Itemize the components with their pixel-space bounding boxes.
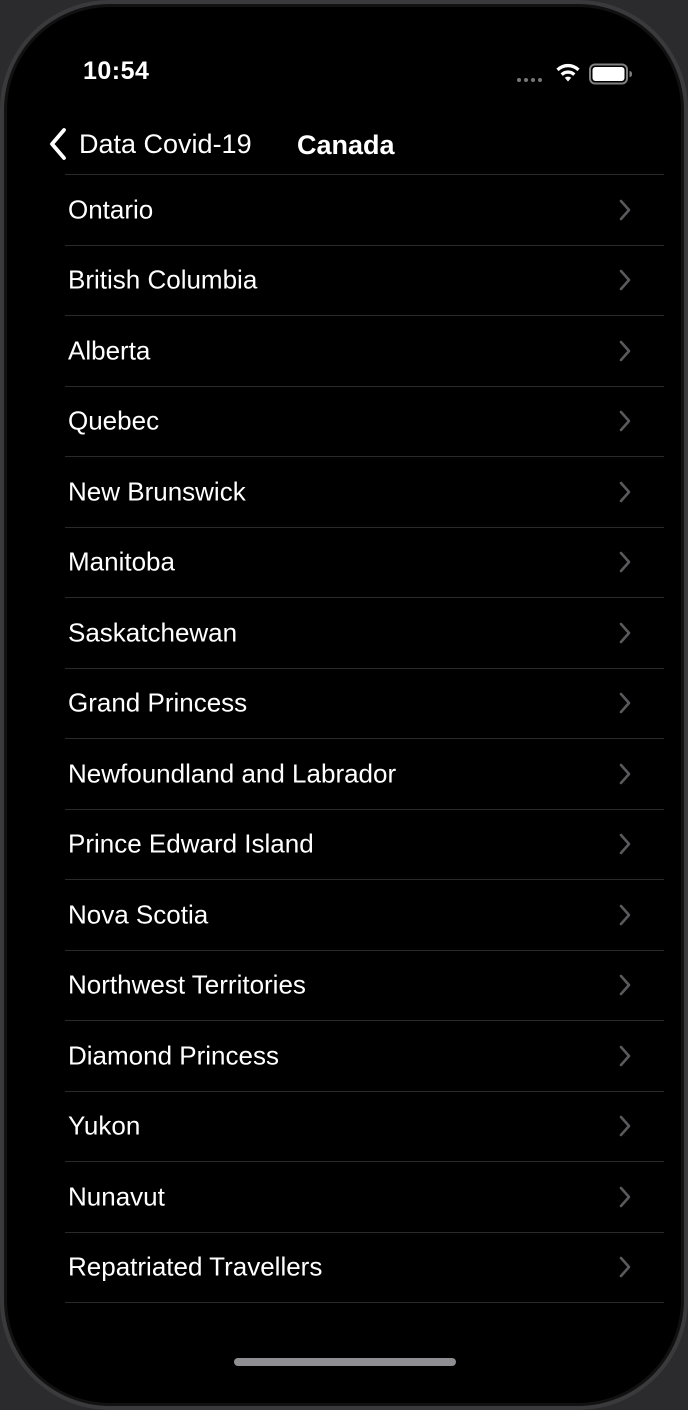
device-bezel: 10:54 Data Covid-19 Canada Ontario Briti… [4,4,684,1406]
back-button-label: Data Covid-19 [79,128,252,159]
chevron-right-icon [619,904,631,926]
list-item[interactable]: Prince Edward Island [65,810,664,880]
cellular-dots-icon [517,78,542,82]
list-item[interactable]: Saskatchewan [65,598,664,669]
list-item-label: Saskatchewan [68,617,238,648]
list-item-label: British Columbia [68,264,258,295]
chevron-right-icon [619,833,631,855]
list-item-label: Ontario [68,194,154,225]
chevron-right-icon [619,551,631,573]
list-item[interactable]: New Brunswick [65,457,664,528]
chevron-right-icon [619,974,631,996]
list-item-label: Nunavut [68,1181,165,1212]
status-time: 10:54 [83,57,150,85]
chevron-right-icon [619,622,631,644]
list-item-label: Alberta [68,335,151,366]
list-item[interactable]: Nova Scotia [65,880,664,951]
list-item[interactable]: Manitoba [65,528,664,598]
battery-icon [589,63,632,85]
home-indicator[interactable] [234,1358,456,1366]
chevron-right-icon [619,199,631,221]
list-item[interactable]: British Columbia [65,246,664,316]
page-title: Canada [297,130,395,160]
screen: 10:54 Data Covid-19 Canada Ontario Briti… [7,7,681,1403]
list-item-label: Grand Princess [68,687,248,718]
list-item-label: Prince Edward Island [68,828,314,859]
list-item-label: Nova Scotia [68,899,209,930]
chevron-right-icon [619,269,631,291]
list-item-label: Newfoundland and Labrador [68,758,397,789]
list-item[interactable]: Repatriated Travellers [65,1233,664,1303]
list-item[interactable]: Nunavut [65,1162,664,1233]
list-item-label: New Brunswick [68,476,246,507]
list-item-label: Northwest Territories [68,969,306,1000]
chevron-right-icon [619,1186,631,1208]
list-item-label: Yukon [68,1110,141,1141]
list-item[interactable]: Alberta [65,316,664,387]
list-item[interactable]: Quebec [65,387,664,457]
chevron-left-icon [50,128,66,160]
province-list: Ontario British Columbia Alberta Quebec … [65,174,664,1303]
chevron-right-icon [619,763,631,785]
list-item-label: Diamond Princess [68,1040,279,1071]
chevron-right-icon [619,1045,631,1067]
navigation-bar: Data Covid-19 Canada [7,117,681,177]
list-item[interactable]: Diamond Princess [65,1021,664,1092]
list-item-label: Repatriated Travellers [68,1251,323,1282]
chevron-right-icon [619,692,631,714]
back-button[interactable]: Data Covid-19 [47,127,252,161]
chevron-right-icon [619,1115,631,1137]
chevron-right-icon [619,481,631,503]
list-item[interactable]: Grand Princess [65,669,664,739]
chevron-right-icon [619,1256,631,1278]
list-item[interactable]: Newfoundland and Labrador [65,739,664,810]
status-bar: 10:54 [7,7,681,127]
list-item[interactable]: Northwest Territories [65,951,664,1021]
list-item[interactable]: Ontario [65,175,664,246]
list-item-label: Manitoba [68,546,175,577]
wifi-icon [556,63,580,82]
chevron-right-icon [619,340,631,362]
chevron-right-icon [619,410,631,432]
device-frame: 10:54 Data Covid-19 Canada Ontario Briti… [0,0,688,1410]
list-item-label: Quebec [68,405,160,436]
list-item[interactable]: Yukon [65,1092,664,1162]
